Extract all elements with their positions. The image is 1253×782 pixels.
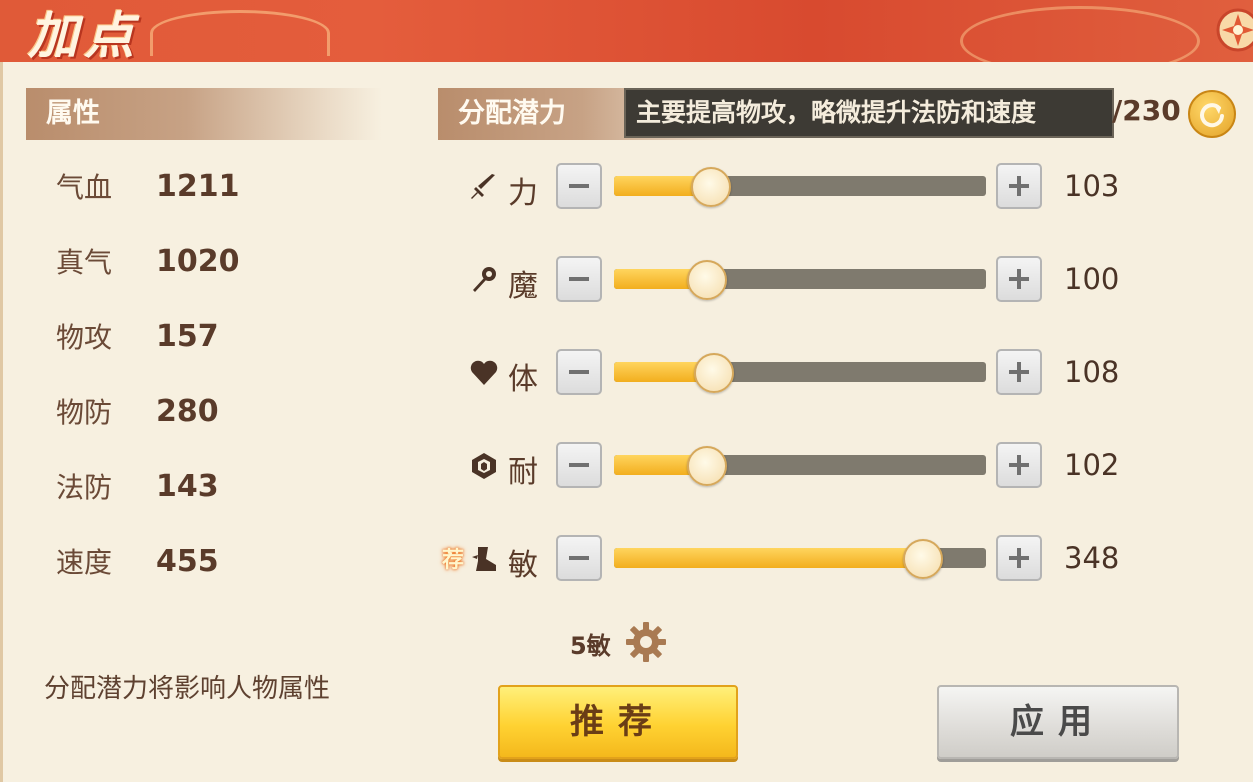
page-title: 加点 <box>28 6 140 62</box>
flower-ornament-icon <box>1216 8 1253 52</box>
refresh-icon <box>1200 103 1224 128</box>
attribute-label: 速度 <box>56 546 113 579</box>
allocate-section-title: 分配潜力 <box>458 98 566 129</box>
slider-track[interactable] <box>614 455 986 475</box>
decrease-button[interactable] <box>556 349 602 395</box>
stat-row-magic: 魔 100 <box>440 255 1140 305</box>
stat-label: 体 <box>508 362 538 397</box>
stat-row-agility: 荐 敏 348 <box>440 534 1140 584</box>
attribute-section-header: 属性 <box>26 88 382 140</box>
stat-value: 102 <box>1064 448 1120 482</box>
decrease-button[interactable] <box>556 442 602 488</box>
stat-label: 耐 <box>508 455 538 490</box>
remaining-points: /230 <box>1112 94 1181 127</box>
stat-tooltip: 主要提高物攻，略微提升法防和速度 <box>624 88 1114 138</box>
attribute-value: 280 <box>156 393 219 429</box>
attribute-label: 物攻 <box>56 321 113 354</box>
recommend-button[interactable]: 推荐 <box>498 685 738 759</box>
slider-track[interactable] <box>614 362 986 382</box>
decrease-button[interactable] <box>556 256 602 302</box>
stat-row-strength: 力 103 <box>440 162 1140 212</box>
attribute-value: 1020 <box>156 243 240 279</box>
plus-icon <box>1009 269 1029 289</box>
wand-icon <box>473 267 496 292</box>
slider-knob[interactable] <box>687 260 727 300</box>
plus-icon <box>1009 548 1029 568</box>
attribute-label: 物防 <box>56 396 113 429</box>
heart-icon <box>470 360 498 385</box>
attribute-label: 气血 <box>56 171 113 204</box>
increase-button[interactable] <box>996 163 1042 209</box>
header-decoration-right <box>960 6 1200 62</box>
apply-button[interactable]: 应用 <box>937 685 1179 759</box>
header-bar: 加点 <box>0 0 1253 62</box>
plus-icon <box>1009 455 1029 475</box>
gear-icon[interactable] <box>624 620 668 664</box>
increase-button[interactable] <box>996 256 1042 302</box>
slider-track[interactable] <box>614 176 986 196</box>
attribute-label: 法防 <box>56 471 113 504</box>
plus-icon <box>1009 362 1029 382</box>
attribute-row-mag-def: 法防 143 <box>56 466 219 506</box>
attribute-value: 157 <box>156 318 219 354</box>
stat-value: 100 <box>1064 262 1120 296</box>
sword-icon <box>471 174 495 199</box>
minus-icon <box>569 370 589 374</box>
attribute-value: 143 <box>156 468 219 504</box>
header-decoration <box>150 10 330 56</box>
decrease-button[interactable] <box>556 535 602 581</box>
minus-icon <box>569 277 589 281</box>
stat-value: 103 <box>1064 169 1120 203</box>
attribute-section-title: 属性 <box>46 98 100 129</box>
stat-value: 348 <box>1064 541 1120 575</box>
shield-icon <box>472 453 496 479</box>
slider-track[interactable] <box>614 269 986 289</box>
plus-icon <box>1009 176 1029 196</box>
stat-value: 108 <box>1064 355 1120 389</box>
attribute-row-speed: 速度 455 <box>56 541 219 581</box>
reset-button[interactable] <box>1188 90 1236 138</box>
attribute-value: 455 <box>156 543 219 579</box>
boot-icon <box>472 547 496 571</box>
slider-knob[interactable] <box>694 353 735 393</box>
attribute-row-hp: 气血 1211 <box>56 166 240 206</box>
decrease-button[interactable] <box>556 163 602 209</box>
stat-label: 敏 <box>508 548 538 583</box>
slider-knob[interactable] <box>902 539 943 579</box>
allocation-hint: 分配潜力将影响人物属性 <box>44 674 331 704</box>
slider-fill <box>614 548 923 568</box>
stat-label: 力 <box>508 176 538 211</box>
attribute-row-phys-atk: 物攻 157 <box>56 316 219 356</box>
slider-knob[interactable] <box>690 167 731 207</box>
attribute-row-mp: 真气 1020 <box>56 241 240 281</box>
preset-scheme: 5敏 <box>570 632 611 660</box>
stat-row-constitution: 体 108 <box>440 348 1140 398</box>
attribute-row-phys-def: 物防 280 <box>56 391 219 431</box>
minus-icon <box>569 556 589 560</box>
attribute-value: 1211 <box>156 168 240 204</box>
slider-knob[interactable] <box>687 446 727 486</box>
minus-icon <box>569 463 589 467</box>
increase-button[interactable] <box>996 535 1042 581</box>
stat-label: 魔 <box>508 269 538 304</box>
minus-icon <box>569 184 589 188</box>
stat-row-endurance: 耐 102 <box>440 441 1140 491</box>
attribute-label: 真气 <box>56 246 113 279</box>
increase-button[interactable] <box>996 442 1042 488</box>
increase-button[interactable] <box>996 349 1042 395</box>
